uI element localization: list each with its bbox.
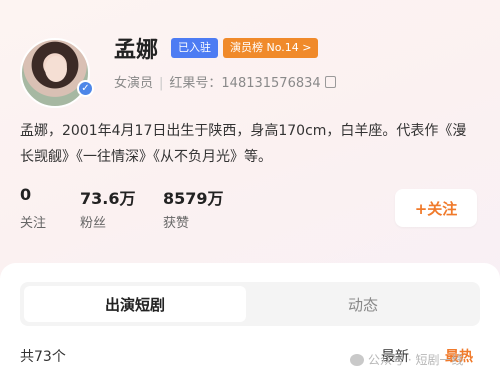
account-id: 红果号：148131576834 xyxy=(169,76,321,91)
avatar[interactable] xyxy=(20,38,90,108)
follow-button[interactable]: +关注 xyxy=(395,189,477,227)
divider: | xyxy=(159,76,164,91)
avatar-face xyxy=(45,56,67,82)
verified-icon: ✓ xyxy=(77,80,94,97)
tab-updates[interactable]: 动态 xyxy=(252,286,474,322)
likes-label: 获赞 xyxy=(163,216,190,231)
following-count[interactable]: 0 xyxy=(20,185,31,204)
rank-badge[interactable]: 演员榜 No.14 > xyxy=(223,38,319,58)
fans-label: 粉丝 xyxy=(80,216,107,231)
profile-bio: 孟娜，2001年4月17日出生于陕西，身高170cm，白羊座。代表作《漫长觊觎》… xyxy=(20,123,467,165)
profile-subline: 女演员 | 红果号：148131576834 xyxy=(114,72,336,91)
works-count: 共73个 xyxy=(20,349,66,365)
following-label: 关注 xyxy=(20,216,47,231)
profile-name: 孟娜 xyxy=(114,38,159,63)
joined-badge: 已入驻 xyxy=(171,38,218,58)
watermark-text: 公众号 · 短剧一线 xyxy=(368,353,464,367)
fans-count[interactable]: 73.6万 xyxy=(80,185,135,209)
watermark: 公众号 · 短剧一线 xyxy=(350,351,463,368)
likes-count: 8579万 xyxy=(163,189,224,208)
wechat-icon xyxy=(350,354,364,366)
tab-short-dramas[interactable]: 出演短剧 xyxy=(24,286,246,322)
role-label: 女演员 xyxy=(114,76,154,91)
copy-icon[interactable] xyxy=(324,76,336,88)
